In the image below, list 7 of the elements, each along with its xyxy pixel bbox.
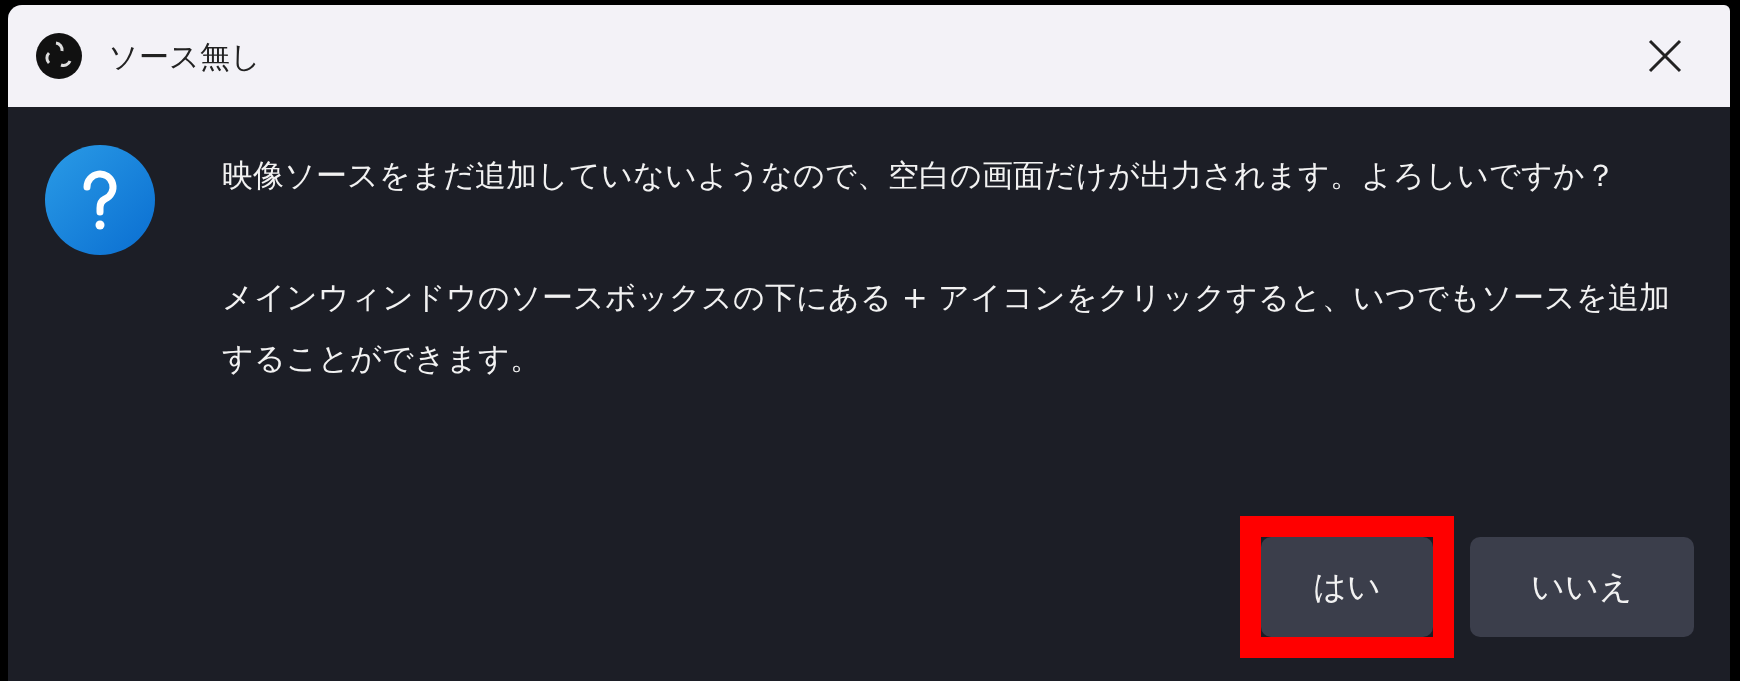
message-text: 映像ソースをまだ追加していないようなので、空白の画面だけが出力されます。よろしいですか？	[222, 156, 1617, 195]
window-title: ソース無し	[108, 37, 261, 76]
question-icon	[45, 145, 155, 255]
message-text: メインウィンドウのソースボックスの下にある + アイコンをクリックすると、いつでもソースを追加することができます。	[222, 278, 1671, 378]
dialog-button[interactable]: いいえ	[1470, 537, 1694, 637]
app-logo-icon	[36, 33, 82, 79]
dialog-button[interactable]: はい	[1261, 537, 1433, 637]
